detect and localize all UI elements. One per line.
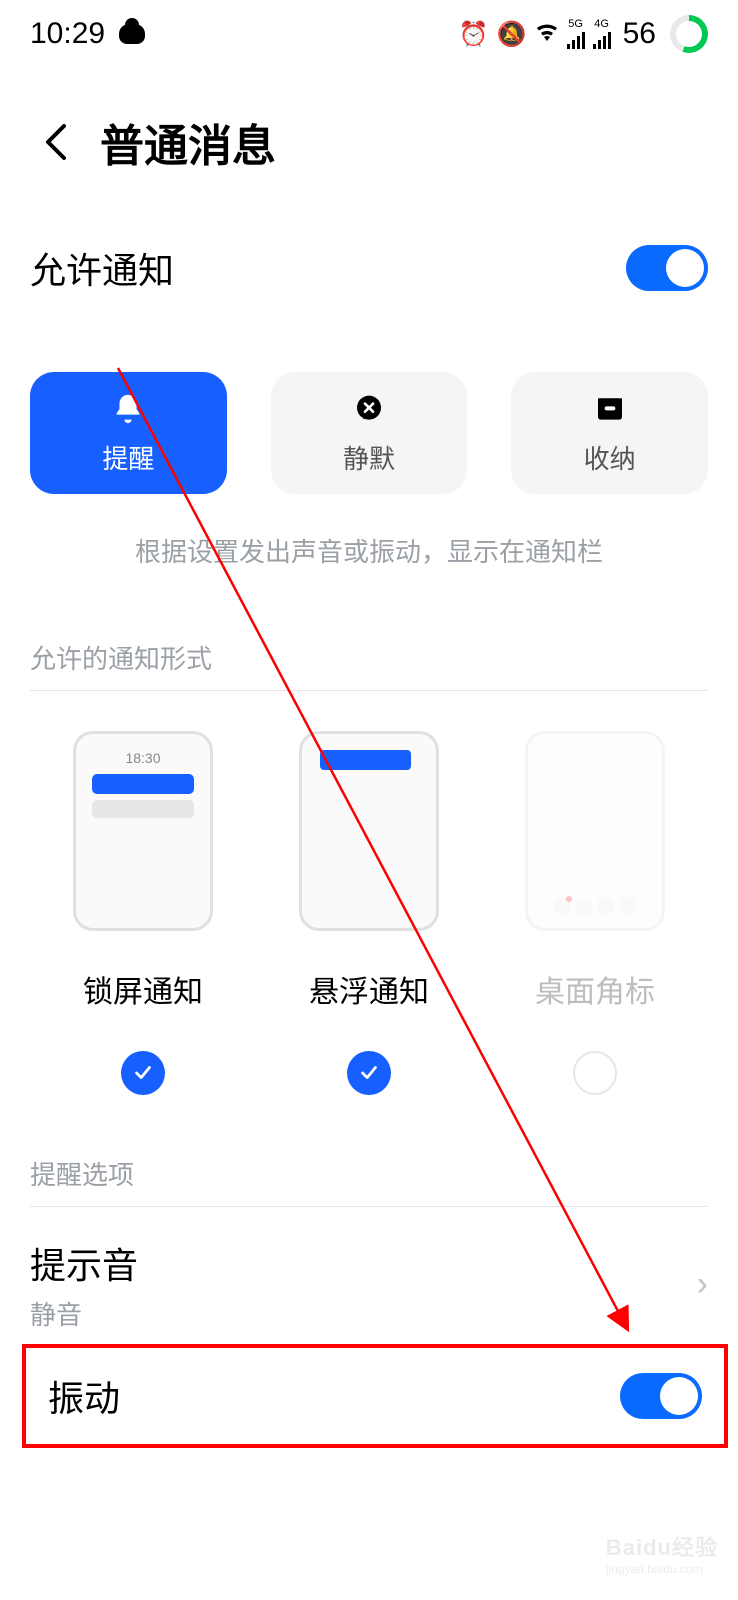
mode-silent[interactable]: 静默 [271,372,468,494]
lockscreen-preview: 18:30 [73,731,213,931]
form-float[interactable]: 悬浮通知 [256,731,482,1095]
divider [30,690,708,691]
battery-percent: 56 [623,17,656,51]
allow-label: 允许通知 [30,242,174,294]
back-button[interactable] [40,118,70,166]
header: 普通消息 [0,60,738,214]
vibrate-label: 振动 [48,1370,120,1422]
form-lockscreen-label: 锁屏通知 [83,967,203,1011]
allow-notifications-row: 允许通知 [30,214,708,322]
mode-store[interactable]: 收纳 [511,372,708,494]
mode-description: 根据设置发出声音或振动，显示在通知栏 [30,532,708,569]
form-badge-label: 桌面角标 [535,967,655,1011]
status-right: ⏰ 🔕 5G 4G 56 [459,15,708,53]
page-title: 普通消息 [100,110,276,174]
mode-cards: 提醒 静默 收纳 [30,372,708,494]
watermark: Baidu经验 jingyan.baidu.com [606,1530,718,1576]
mute-icon: 🔕 [497,20,527,49]
sound-row[interactable]: 提示音 静音 › [30,1207,708,1352]
status-bar: 10:29 ⏰ 🔕 5G 4G 56 [0,0,738,60]
signal-2: 4G [593,19,611,49]
battery-ring-icon [670,15,708,53]
form-lockscreen[interactable]: 18:30 锁屏通知 [30,731,256,1095]
float-preview [299,731,439,931]
mode-alert-label: 提醒 [102,439,154,476]
alarm-icon: ⏰ [459,20,489,49]
remind-heading: 提醒选项 [30,1145,708,1200]
sound-value: 静音 [30,1295,138,1332]
mute-chat-icon [351,391,387,427]
forms-row: 18:30 锁屏通知 悬浮通知 桌面角标 [30,731,708,1095]
mode-alert[interactable]: 提醒 [30,372,227,494]
wifi-icon [535,20,559,48]
bell-icon [110,391,146,427]
signal-1: 5G [567,19,585,49]
form-float-check[interactable] [347,1051,391,1095]
form-float-label: 悬浮通知 [309,967,429,1011]
vibrate-toggle[interactable] [620,1373,702,1419]
lock-time: 18:30 [86,750,200,766]
forms-heading: 允许的通知形式 [30,629,708,684]
mode-silent-label: 静默 [343,439,395,476]
inbox-icon [592,391,628,427]
sound-title: 提示音 [30,1237,138,1289]
allow-notifications-toggle[interactable] [626,245,708,291]
form-lockscreen-check[interactable] [121,1051,165,1095]
vibrate-row: 振动 [22,1344,728,1448]
badge-preview [525,731,665,931]
form-badge[interactable]: 桌面角标 [482,731,708,1095]
status-time: 10:29 [30,17,105,51]
chevron-right-icon: › [697,1265,708,1304]
form-badge-check[interactable] [573,1051,617,1095]
status-left: 10:29 [30,17,145,51]
mode-store-label: 收纳 [584,439,636,476]
cloud-icon [119,24,145,44]
